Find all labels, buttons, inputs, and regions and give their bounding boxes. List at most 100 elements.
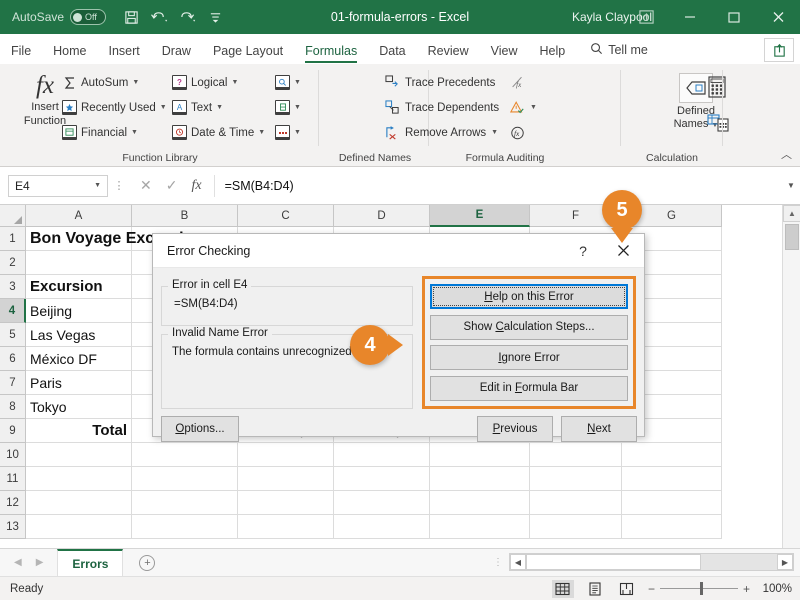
cell-d10[interactable] — [334, 443, 430, 467]
row-header-5[interactable]: 5 — [0, 323, 26, 347]
next-button[interactable]: Next — [561, 416, 637, 442]
column-header-b[interactable]: B — [132, 205, 238, 227]
formula-input[interactable]: =SM(B4:D4) — [213, 174, 782, 197]
ribbon-display-options-icon[interactable] — [624, 0, 668, 34]
chevron-down-icon[interactable]: ▼ — [231, 79, 238, 86]
share-button[interactable] — [764, 38, 794, 62]
scroll-up-icon[interactable]: ▲ — [783, 205, 800, 222]
customize-qat-icon[interactable] — [202, 5, 228, 29]
name-box[interactable]: E4 ▼ — [8, 174, 108, 197]
cell-d13[interactable] — [334, 515, 430, 539]
cell-e12[interactable] — [430, 491, 530, 515]
autosum-button[interactable]: AutoSum ▼ — [62, 75, 139, 90]
tab-home[interactable]: Home — [42, 40, 97, 64]
help-on-this-error-button[interactable]: Help on this Error — [430, 284, 628, 309]
cell-g11[interactable] — [622, 467, 722, 491]
chevron-down-icon[interactable]: ▼ — [216, 104, 223, 111]
tab-data[interactable]: Data — [368, 40, 416, 64]
restore-icon[interactable] — [712, 0, 756, 34]
redo-icon[interactable] — [174, 5, 200, 29]
page-break-view-icon[interactable] — [616, 580, 638, 598]
tell-me-box[interactable]: Tell me — [576, 38, 656, 64]
page-layout-view-icon[interactable] — [584, 580, 606, 598]
cell-g13[interactable] — [622, 515, 722, 539]
cell-g10[interactable] — [622, 443, 722, 467]
tab-page-layout[interactable]: Page Layout — [202, 40, 294, 64]
scroll-right-icon[interactable]: ▶ — [777, 554, 793, 570]
zoom-thumb[interactable] — [699, 582, 703, 595]
tab-view[interactable]: View — [480, 40, 529, 64]
tab-draw[interactable]: Draw — [151, 40, 202, 64]
cell-e11[interactable] — [430, 467, 530, 491]
close-icon[interactable] — [756, 0, 800, 34]
math-trig-button[interactable]: ▼ — [275, 100, 301, 115]
trace-precedents-button[interactable]: Trace Precedents — [385, 75, 495, 90]
calculate-now-button[interactable] — [707, 76, 727, 103]
cell-c13[interactable] — [238, 515, 334, 539]
column-header-a[interactable]: A — [26, 205, 132, 227]
chevron-up-icon[interactable]: ︿ — [781, 146, 792, 162]
tab-formulas[interactable]: Formulas — [294, 40, 368, 64]
cell-b11[interactable] — [132, 467, 238, 491]
cell-g12[interactable] — [622, 491, 722, 515]
cell-b12[interactable] — [132, 491, 238, 515]
ignore-error-button[interactable]: Ignore Error — [430, 345, 628, 371]
cell-f13[interactable] — [530, 515, 622, 539]
row-header-13[interactable]: 13 — [0, 515, 26, 539]
edit-in-formula-bar-button[interactable]: Edit in Formula Bar — [430, 375, 628, 401]
row-header-11[interactable]: 11 — [0, 467, 26, 491]
date-time-button[interactable]: Date & Time ▼ — [172, 125, 265, 140]
chevron-down-icon[interactable]: ▼ — [94, 182, 101, 189]
row-header-12[interactable]: 12 — [0, 491, 26, 515]
financial-button[interactable]: Financial ▼ — [62, 125, 138, 140]
save-icon[interactable] — [118, 5, 144, 29]
column-header-c[interactable]: C — [238, 205, 334, 227]
chevron-down-icon[interactable]: ▼ — [131, 129, 138, 136]
zoom-out-button[interactable]: − — [648, 582, 655, 596]
cell-a12[interactable] — [26, 491, 132, 515]
zoom-level[interactable]: 100% — [760, 583, 792, 595]
zoom-track[interactable] — [659, 582, 738, 595]
cell-d11[interactable] — [334, 467, 430, 491]
calculate-sheet-button[interactable] — [707, 112, 729, 137]
row-header-10[interactable]: 10 — [0, 443, 26, 467]
zoom-slider[interactable]: − + — [648, 582, 750, 596]
cell-a13[interactable] — [26, 515, 132, 539]
sheet-tab-errors[interactable]: Errors — [57, 549, 124, 576]
chevron-down-icon[interactable]: ▼ — [491, 129, 498, 136]
cell-a7[interactable]: Paris — [26, 371, 132, 395]
trace-dependents-button[interactable]: Trace Dependents — [385, 100, 499, 115]
chevron-down-icon[interactable]: ▼ — [294, 104, 301, 111]
tab-file[interactable]: File — [0, 40, 42, 64]
question-mark-icon[interactable]: ? — [564, 234, 602, 268]
autosave-control[interactable]: AutoSave Off — [12, 9, 107, 25]
chevron-down-icon[interactable]: ▼ — [782, 181, 800, 190]
undo-icon[interactable] — [146, 5, 172, 29]
cell-c12[interactable] — [238, 491, 334, 515]
row-header-4[interactable]: 4 — [0, 299, 26, 323]
autosave-toggle[interactable]: Off — [70, 9, 107, 25]
cell-a3[interactable]: Excursion — [26, 275, 132, 299]
row-header-9[interactable]: 9 — [0, 419, 26, 443]
chevron-down-icon[interactable]: ▼ — [132, 79, 139, 86]
cell-a5[interactable]: Las Vegas — [26, 323, 132, 347]
normal-view-icon[interactable] — [551, 579, 574, 598]
fx-icon[interactable]: fx — [191, 178, 201, 194]
row-header-7[interactable]: 7 — [0, 371, 26, 395]
cell-f11[interactable] — [530, 467, 622, 491]
split-handle[interactable]: ⋮ — [493, 557, 503, 568]
cell-b10[interactable] — [132, 443, 238, 467]
evaluate-formula-button[interactable]: fx — [510, 125, 525, 140]
vertical-scroll-thumb[interactable] — [785, 224, 799, 250]
cell-a4[interactable]: Beijing — [26, 299, 132, 323]
cell-a9[interactable]: Total — [26, 419, 132, 443]
chevron-down-icon[interactable]: ▼ — [258, 129, 265, 136]
show-calculation-steps-button[interactable]: Show Calculation Steps... — [430, 314, 628, 340]
row-header-8[interactable]: 8 — [0, 395, 26, 419]
plus-icon[interactable]: + — [139, 554, 156, 571]
cell-a6[interactable]: México DF — [26, 347, 132, 371]
horizontal-scrollbar[interactable]: ◀ ▶ — [509, 553, 794, 571]
vertical-scrollbar[interactable]: ▲ — [782, 205, 800, 548]
remove-arrows-button[interactable]: Remove Arrows ▼ — [385, 125, 498, 140]
chevron-down-icon[interactable]: ▼ — [294, 79, 301, 86]
